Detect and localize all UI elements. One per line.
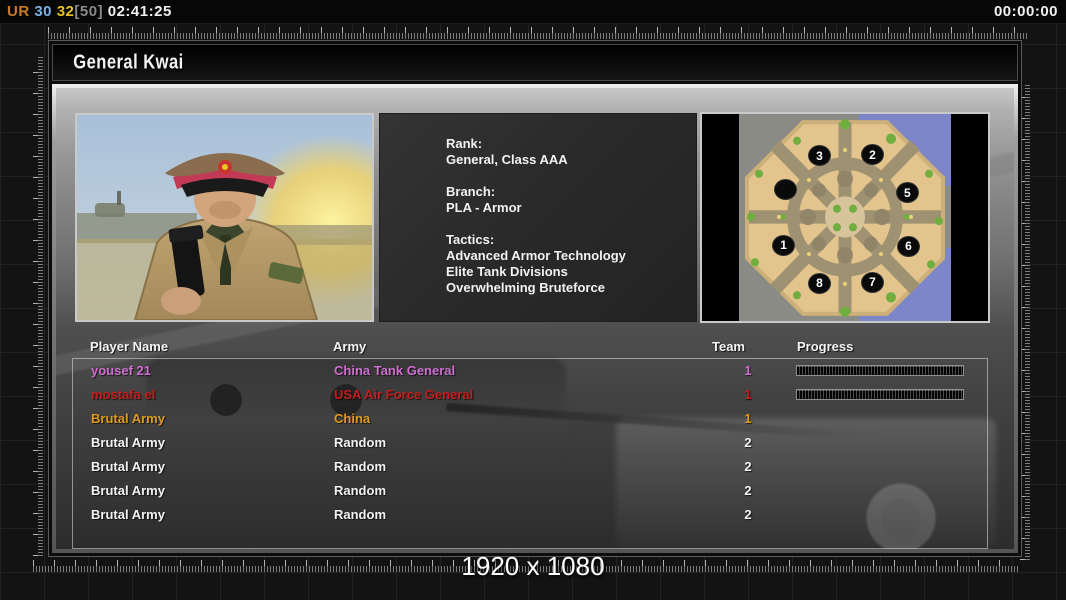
status-bar: UR 30 32[50] 02:41:25 00:00:00 bbox=[0, 0, 1066, 24]
map-preview: 3 25 1 6 8 7 bbox=[700, 112, 990, 323]
table-row: yousef 21 China Tank General 1 bbox=[73, 359, 987, 383]
map-start-position: 8 bbox=[807, 272, 831, 294]
elapsed-time: 02:41:25 bbox=[107, 3, 172, 20]
team-cell: 2 bbox=[744, 507, 752, 522]
player-name-cell: Brutal Army bbox=[91, 507, 165, 522]
army-cell: Random bbox=[334, 435, 386, 450]
resolution-caption: 1920 x 1080 bbox=[461, 551, 605, 581]
title-bar: General Kwai bbox=[52, 44, 1018, 81]
column-team: Team bbox=[712, 339, 745, 354]
team-cell: 2 bbox=[744, 435, 752, 450]
column-player-name: Player Name bbox=[90, 339, 169, 354]
general-portrait-image bbox=[77, 115, 372, 320]
table-row: Brutal Army Random 2 bbox=[73, 479, 987, 503]
map-start-position: 5 bbox=[895, 182, 919, 204]
status-left: UR 30 32[50] 02:41:25 bbox=[0, 3, 172, 20]
table-row: Brutal Army China 1 bbox=[73, 407, 987, 431]
table-header: Player Name Army Team Progress bbox=[56, 339, 1014, 357]
map-start-position: 2 bbox=[860, 144, 884, 166]
loading-screen-panel: General Kwai Rank: General, Class AAA Br… bbox=[48, 40, 1022, 557]
page-title: General Kwai bbox=[73, 50, 184, 74]
rank-value: General, Class AAA bbox=[446, 152, 568, 167]
army-cell: China bbox=[334, 411, 371, 426]
column-army: Army bbox=[333, 339, 367, 354]
army-cell: Random bbox=[334, 483, 386, 498]
branch-label: Branch: bbox=[446, 184, 496, 199]
team-cell: 1 bbox=[744, 411, 752, 426]
fps-value: 30 bbox=[34, 3, 53, 20]
player-name-cell: Brutal Army bbox=[91, 411, 165, 426]
match-timer: 00:00:00 bbox=[993, 3, 1058, 20]
army-cell: Random bbox=[334, 459, 386, 474]
table-row: mostafa el USA Air Force General 1 bbox=[73, 383, 987, 407]
player-name-cell: yousef 21 bbox=[91, 363, 151, 378]
rank-label: Rank: bbox=[446, 136, 483, 151]
table-row: Brutal Army Random 2 bbox=[73, 503, 987, 527]
map-start-position: 1 bbox=[772, 234, 796, 256]
ur-label: UR bbox=[7, 3, 30, 20]
general-info-panel: Rank: General, Class AAA Branch: PLA - A… bbox=[379, 113, 697, 322]
progress-bar bbox=[796, 365, 964, 376]
team-cell: 1 bbox=[744, 363, 752, 378]
column-progress: Progress bbox=[797, 339, 854, 354]
map-start-position: 3 bbox=[807, 145, 831, 167]
cap-value: 32 bbox=[56, 3, 75, 20]
player-name-cell: mostafa el bbox=[91, 387, 156, 402]
army-cell: China Tank General bbox=[334, 363, 456, 378]
player-name-cell: Brutal Army bbox=[91, 459, 165, 474]
ruler-top bbox=[48, 27, 1028, 39]
army-cell: Random bbox=[334, 507, 386, 522]
map-start-position: 6 bbox=[896, 235, 920, 257]
army-cell: USA Air Force General bbox=[334, 387, 474, 402]
general-portrait bbox=[75, 113, 374, 322]
ruler-left bbox=[33, 56, 43, 556]
table-row: Brutal Army Random 2 bbox=[73, 431, 987, 455]
tactic-item: Elite Tank Divisions bbox=[446, 264, 568, 279]
map-start-position: 7 bbox=[860, 271, 884, 293]
team-cell: 2 bbox=[744, 459, 752, 474]
player-name-cell: Brutal Army bbox=[91, 483, 165, 498]
branch-value: PLA - Armor bbox=[446, 200, 522, 215]
bracket-value: [50] bbox=[74, 3, 104, 20]
tactics-label: Tactics: bbox=[446, 232, 495, 247]
player-name-cell: Brutal Army bbox=[91, 435, 165, 450]
table-row: Brutal Army Random 2 bbox=[73, 455, 987, 479]
progress-bar bbox=[796, 389, 964, 400]
map-image: 3 25 1 6 8 7 bbox=[739, 114, 951, 321]
map-terrain bbox=[739, 114, 951, 321]
content-area: Rank: General, Class AAA Branch: PLA - A… bbox=[56, 88, 1014, 549]
team-cell: 1 bbox=[744, 387, 752, 402]
team-cell: 2 bbox=[744, 483, 752, 498]
player-table: yousef 21 China Tank General 1 mostafa el US… bbox=[72, 358, 988, 549]
tactic-item: Overwhelming Bruteforce bbox=[446, 280, 605, 295]
tactic-item: Advanced Armor Technology bbox=[446, 248, 626, 263]
map-start-position bbox=[774, 179, 797, 201]
content-bezel: Rank: General, Class AAA Branch: PLA - A… bbox=[52, 84, 1018, 553]
